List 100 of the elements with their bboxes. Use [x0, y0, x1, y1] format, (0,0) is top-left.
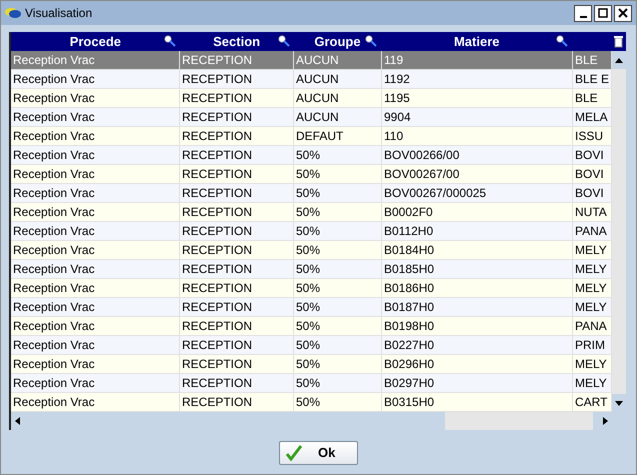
maximize-icon	[598, 8, 608, 18]
table-cell: BOV00266/00	[382, 146, 573, 164]
table-row[interactable]: Reception Vrac RECEPTION 50% B0198H0 PANA	[11, 317, 612, 336]
search-icon[interactable]	[365, 35, 378, 47]
table-cell: RECEPTION	[180, 203, 294, 221]
app-icon	[5, 7, 21, 19]
table-row[interactable]: Reception Vrac RECEPTION 50% B0227H0 PRIM	[11, 336, 612, 355]
table-cell: RECEPTION	[180, 108, 294, 126]
table-cell: 9904	[382, 108, 573, 126]
table-row[interactable]: Reception Vrac RECEPTION AUCUN 1195 BLE	[11, 89, 612, 108]
table-row[interactable]: Reception Vrac RECEPTION AUCUN 1192 BLE E	[11, 70, 612, 89]
checkmark-icon	[286, 445, 302, 461]
table-cell: Reception Vrac	[11, 222, 180, 240]
table-cell: AUCUN	[294, 51, 382, 69]
table-cell: Reception Vrac	[11, 241, 180, 259]
table-cell: RECEPTION	[180, 127, 294, 145]
table-cell: RECEPTION	[180, 317, 294, 335]
table-row[interactable]: Reception Vrac RECEPTION 50% B0185H0 MELY	[11, 260, 612, 279]
table-row[interactable]: Reception Vrac RECEPTION 50% B0186H0 MELY	[11, 279, 612, 298]
table-cell: AUCUN	[294, 89, 382, 107]
table-cell: 1195	[382, 89, 573, 107]
table-cell: B0002F0	[382, 203, 573, 221]
table-cell: 50%	[294, 298, 382, 316]
table-cell: Reception Vrac	[11, 165, 180, 183]
column-header[interactable]: Procede	[11, 32, 180, 51]
search-icon[interactable]	[164, 35, 176, 47]
table-cell: Reception Vrac	[11, 146, 180, 164]
table-row[interactable]: Reception Vrac RECEPTION AUCUN 119 BLE	[11, 51, 612, 70]
close-button[interactable]	[614, 4, 632, 22]
table-cell: Reception Vrac	[11, 317, 180, 335]
table-cell: RECEPTION	[180, 393, 294, 411]
table-cell: 50%	[294, 336, 382, 354]
table-cell: RECEPTION	[180, 70, 294, 88]
table-cell: B0186H0	[382, 279, 573, 297]
table-row[interactable]: Reception Vrac RECEPTION AUCUN 9904 MELA	[11, 108, 612, 127]
minimize-icon	[580, 16, 586, 18]
table-cell: Reception Vrac	[11, 51, 180, 69]
column-header[interactable]: Groupe	[294, 32, 382, 51]
table-cell: 50%	[294, 374, 382, 392]
left-arrow-icon[interactable]	[15, 417, 20, 425]
table-cell: Reception Vrac	[11, 203, 180, 221]
table-cell: RECEPTION	[180, 374, 294, 392]
column-header[interactable]: Matiere	[381, 32, 572, 51]
table-row[interactable]: Reception Vrac RECEPTION 50% B0187H0 MELY	[11, 298, 612, 317]
table-cell: RECEPTION	[180, 355, 294, 373]
table-cell: RECEPTION	[180, 184, 294, 202]
table-cell: 50%	[294, 355, 382, 373]
table-cell: 50%	[294, 260, 382, 278]
table-cell: B0296H0	[382, 355, 573, 373]
table-row[interactable]: Reception Vrac RECEPTION 50% B0297H0 MELY	[11, 374, 612, 393]
table-row[interactable]: Reception Vrac RECEPTION 50% B0296H0 MELY	[11, 355, 612, 374]
table-cell: Reception Vrac	[11, 393, 180, 411]
table-cell: Reception Vrac	[11, 108, 180, 126]
table-cell: 119	[382, 51, 573, 69]
table-cell: 50%	[294, 393, 382, 411]
table-row[interactable]: Reception Vrac RECEPTION 50% B0112H0 PANA	[11, 222, 612, 241]
table-cell: RECEPTION	[180, 260, 294, 278]
table-cell: 50%	[294, 146, 382, 164]
table-cell: RECEPTION	[180, 51, 294, 69]
table-cell: Reception Vrac	[11, 70, 180, 88]
up-arrow-icon[interactable]	[615, 58, 623, 62]
table-cell: RECEPTION	[180, 89, 294, 107]
right-arrow-icon[interactable]	[603, 417, 608, 425]
table-cell: 110	[382, 127, 573, 145]
table-row[interactable]: Reception Vrac RECEPTION 50% BOV00266/00 BOVI	[11, 146, 612, 165]
table-row[interactable]: Reception Vrac RECEPTION 50% B0184H0 MELY	[11, 241, 612, 260]
ok-button[interactable]: Ok	[279, 441, 358, 465]
table-cell: Reception Vrac	[11, 355, 180, 373]
table-row[interactable]: Reception Vrac RECEPTION 50% BOV00267/00 BOVI	[11, 165, 612, 184]
column-chooser-icon[interactable]	[614, 36, 623, 48]
table-cell: 50%	[294, 241, 382, 259]
minimize-button[interactable]	[574, 4, 592, 22]
search-icon[interactable]	[556, 35, 568, 47]
table-cell: 50%	[294, 222, 382, 240]
table-cell: AUCUN	[294, 108, 382, 126]
table-row[interactable]: Reception Vrac RECEPTION DEFAUT 110 ISSU	[11, 127, 612, 146]
table-cell: 50%	[294, 203, 382, 221]
table-cell: B0227H0	[382, 336, 573, 354]
table-cell: B0185H0	[382, 260, 573, 278]
table-row[interactable]: Reception Vrac RECEPTION 50% B0315H0 CART	[11, 393, 612, 412]
down-arrow-icon[interactable]	[615, 400, 623, 406]
table-cell: RECEPTION	[180, 298, 294, 316]
search-icon[interactable]	[278, 35, 290, 47]
column-header[interactable]: Section	[180, 32, 294, 51]
table-row[interactable]: Reception Vrac RECEPTION 50% BOV00267/000025 BOVI	[11, 184, 612, 203]
table-cell: B0297H0	[382, 374, 573, 392]
table-cell: Reception Vrac	[11, 279, 180, 297]
table-row[interactable]: Reception Vrac RECEPTION 50% B0002F0 NUTA	[11, 203, 612, 222]
maximize-button[interactable]	[594, 4, 612, 22]
vertical-scrollbar[interactable]	[612, 51, 626, 412]
table-cell: B0184H0	[382, 241, 573, 259]
table-cell: Reception Vrac	[11, 127, 180, 145]
table-cell: Reception Vrac	[11, 184, 180, 202]
table-cell: BOV00267/000025	[382, 184, 573, 202]
table-cell: RECEPTION	[180, 165, 294, 183]
table-cell: RECEPTION	[180, 279, 294, 297]
table-cell: B0187H0	[382, 298, 573, 316]
table-cell: Reception Vrac	[11, 374, 180, 392]
table-cell: DEFAUT	[294, 127, 382, 145]
table-cell: RECEPTION	[180, 146, 294, 164]
